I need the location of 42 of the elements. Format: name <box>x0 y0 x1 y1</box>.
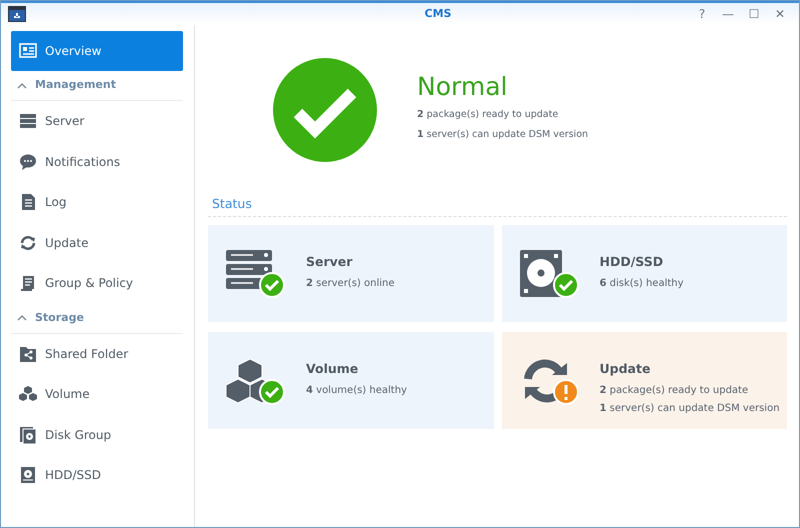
disk-status-icon <box>520 248 580 298</box>
card-title: Server <box>306 252 354 271</box>
sidebar-item[interactable]: Server <box>11 101 183 142</box>
scroll-icon <box>19 274 37 292</box>
help-button[interactable]: ? <box>689 5 715 23</box>
overview-icon <box>19 42 37 60</box>
card-title: Update <box>600 360 652 378</box>
card-text: 1 server(s) can update DSM version <box>600 402 780 416</box>
server-status-icon <box>226 248 286 298</box>
close-button[interactable]: ✕ <box>767 5 793 23</box>
card-text: 6 disk(s) healthy <box>600 276 684 290</box>
card-title: Volume <box>306 360 360 378</box>
sidebar-item[interactable]: HDD/SSD <box>11 455 183 496</box>
sidebar-item[interactable]: Disk Group <box>11 414 183 455</box>
sidebar-item[interactable]: Volume <box>11 374 183 414</box>
section-title: Status <box>208 195 787 217</box>
document-icon <box>19 193 37 212</box>
cubes-icon <box>19 385 37 404</box>
status-text: 1 server(s) can update DSM version <box>417 128 588 142</box>
server-icon <box>19 112 37 130</box>
status-title: Normal <box>417 72 508 102</box>
section-header: Storage <box>35 310 84 326</box>
card-text: 2 server(s) online <box>306 276 394 290</box>
disk-group-icon <box>19 426 37 444</box>
status-text: 2 package(s) ready to update <box>417 108 560 122</box>
sidebar-item[interactable]: Notifications <box>11 142 183 182</box>
sidebar-item[interactable]: Update <box>11 222 183 263</box>
card-title: HDD/SSD <box>600 252 664 271</box>
window-title: CMS <box>424 6 452 22</box>
shared-folder-icon <box>19 344 37 363</box>
maximize-button[interactable]: ☐ <box>741 5 767 23</box>
sidebar-item[interactable]: Group & Policy <box>11 263 183 304</box>
chat-bubble-icon <box>19 152 37 171</box>
minimize-button[interactable]: — <box>715 5 741 23</box>
card-text: 4 volume(s) healthy <box>306 384 407 398</box>
sidebar-item[interactable]: Shared Folder <box>11 334 183 374</box>
section-header: Management <box>35 77 116 94</box>
sidebar-item[interactable]: Overview <box>11 31 183 71</box>
refresh-icon <box>19 234 37 252</box>
card-text: 2 package(s) ready to update <box>600 384 750 398</box>
sidebar-item[interactable]: Log <box>11 182 183 222</box>
app-icon <box>7 5 27 23</box>
